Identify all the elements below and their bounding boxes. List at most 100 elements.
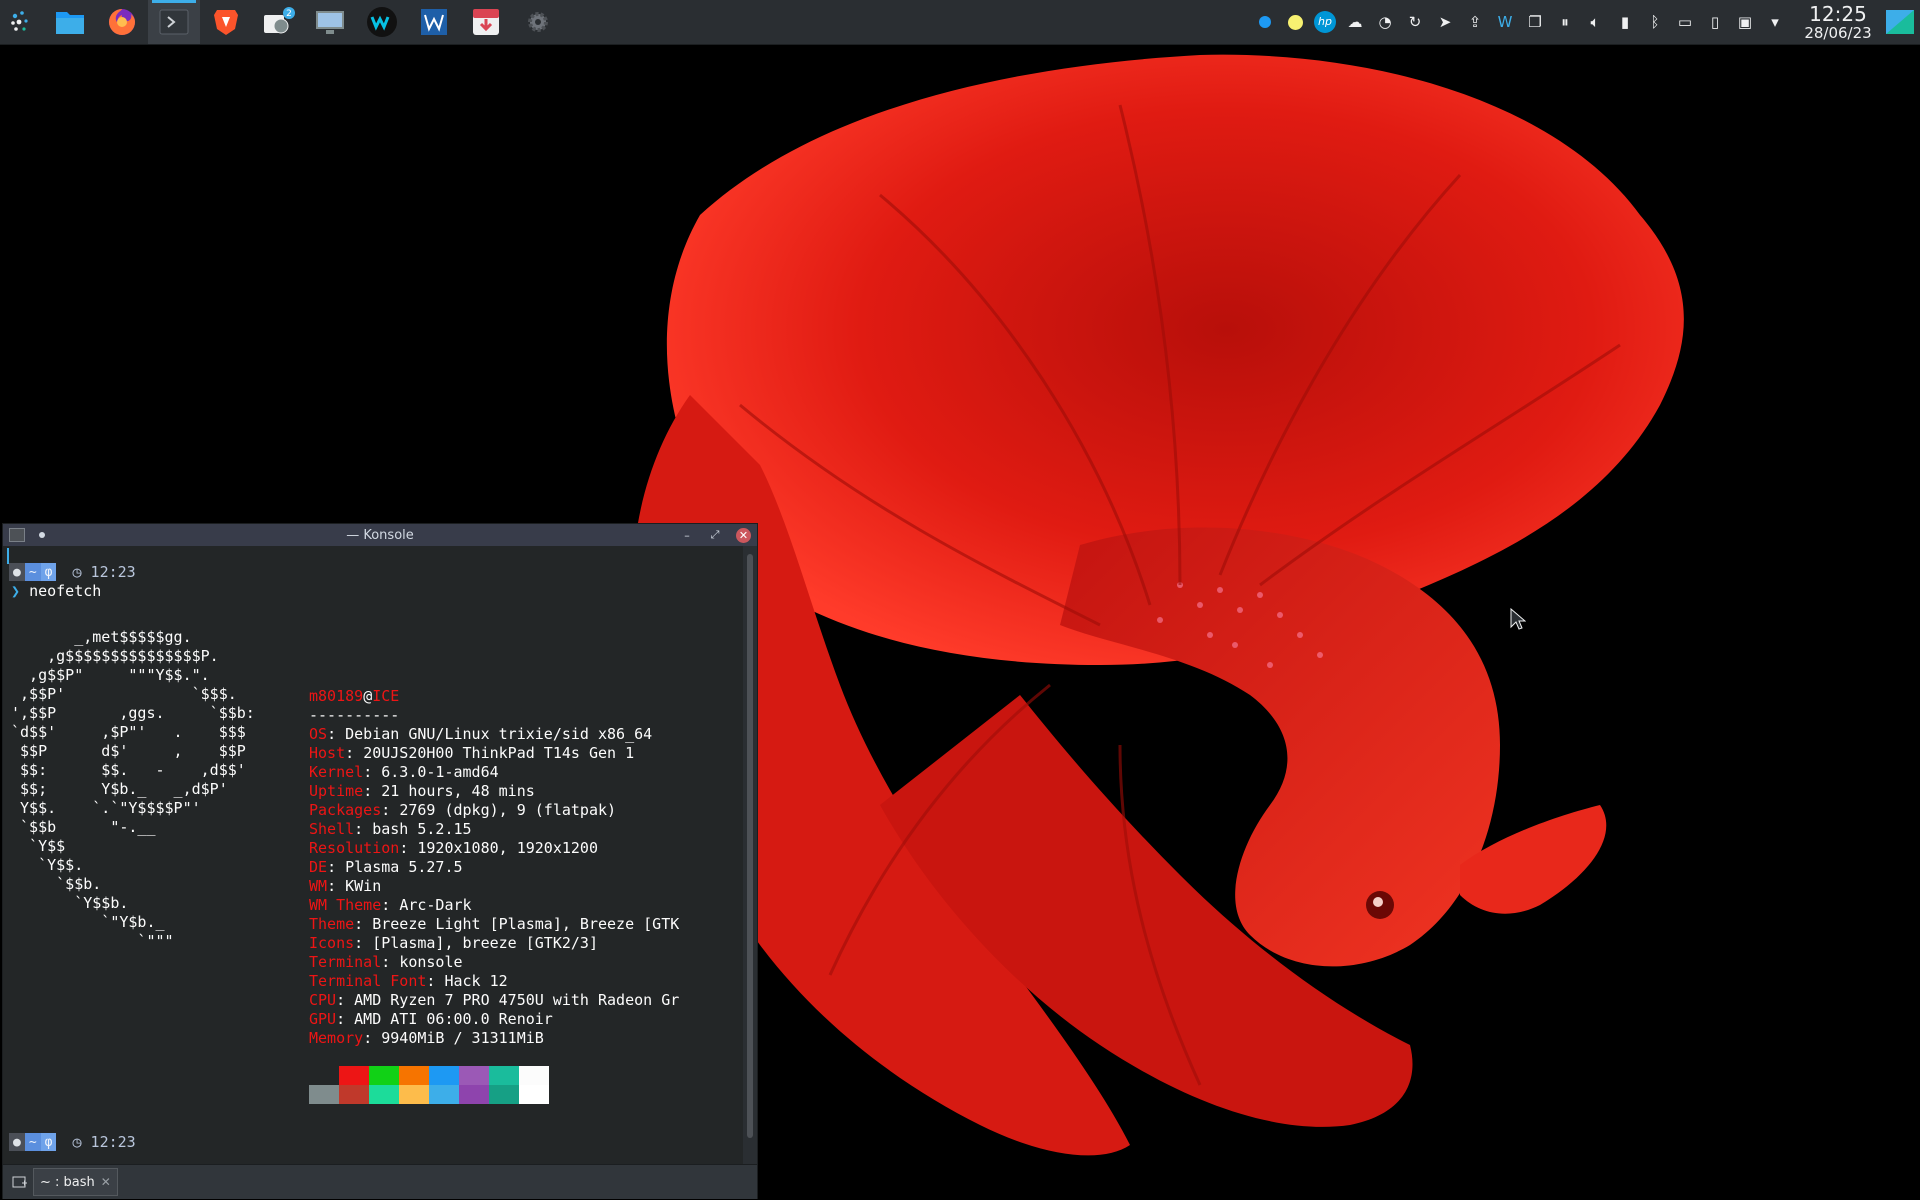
task-file-manager[interactable] xyxy=(44,0,96,44)
upload-icon[interactable]: ⇪ xyxy=(1460,0,1490,44)
shell-prompt-2: ● ~ φ ◷ 12:23 xyxy=(9,1133,136,1151)
color-swatch xyxy=(369,1066,399,1085)
prompt-git-segment: φ xyxy=(40,563,57,581)
prompt-path-2: ~ xyxy=(28,1134,37,1150)
new-tab-button[interactable] xyxy=(7,1169,33,1195)
new-tab-icon xyxy=(12,1176,27,1188)
info-row: Shell: bash 5.2.15 xyxy=(309,820,472,838)
hp-icon[interactable]: hp xyxy=(1310,0,1340,44)
clock-icon: ◷ xyxy=(72,563,91,581)
info-row: CPU: AMD Ryzen 7 PRO 4750U with Radeon G… xyxy=(309,991,680,1009)
pin-icon[interactable] xyxy=(39,532,45,538)
display-icon[interactable]: ▭ xyxy=(1670,0,1700,44)
info-value: Hack 12 xyxy=(444,972,508,990)
color-swatch xyxy=(309,1066,339,1085)
info-row: OS: Debian GNU/Linux trixie/sid x86_64 xyxy=(309,725,653,743)
maximize-button[interactable]: ⤢ xyxy=(708,528,722,542)
minimize-button[interactable]: – xyxy=(680,528,694,542)
system-tray: hp ☁ ◔ ↻ ➤ ⇪ W ❐ ⏸ 🔈︎ ▮ ᛒ ▭ ▯ ▣ ▾ 12:25 … xyxy=(1250,0,1920,44)
task-pocket-downloader[interactable] xyxy=(460,0,512,44)
screen-icon[interactable]: ▣ xyxy=(1730,0,1760,44)
scrollbar-thumb[interactable] xyxy=(747,554,753,1138)
user-host: m80189@ICE xyxy=(309,687,400,705)
task-libreoffice-writer[interactable] xyxy=(408,0,460,44)
command-line: ❯ neofetch xyxy=(11,582,101,601)
close-button[interactable]: ✕ xyxy=(736,527,751,543)
info-key: OS xyxy=(309,725,328,743)
konsole-app-icon[interactable] xyxy=(9,528,25,542)
info-value: Breeze Light [Plasma], Breeze [GTK xyxy=(372,915,680,933)
ascii-line: `Y$$. xyxy=(11,856,84,874)
task-firefox[interactable] xyxy=(96,0,148,44)
tab-bash[interactable]: ~ : bash ✕ xyxy=(33,1168,118,1196)
ascii-line: $$P d$' , $$P xyxy=(11,742,246,760)
info-row: Memory: 9940MiB / 31311MiB xyxy=(309,1029,544,1047)
debian-ascii-logo: _,met$$$$$gg. ,g$$$$$$$$$$$$$$$P. ,g$$P"… xyxy=(11,628,255,951)
ascii-line: `""" xyxy=(11,932,174,950)
terminal-scrollbar[interactable] xyxy=(743,546,757,1164)
info-value: konsole xyxy=(399,953,463,971)
battery-icon[interactable]: ▮ xyxy=(1610,0,1640,44)
digital-clock[interactable]: 12:25 28/06/23 xyxy=(1796,3,1880,42)
color-swatch xyxy=(459,1085,489,1104)
konsole-tab-bar: ~ : bash ✕ xyxy=(3,1164,757,1199)
task-kalarm[interactable]: 2 xyxy=(252,0,304,44)
folder-icon xyxy=(56,12,84,34)
application-launcher-button[interactable] xyxy=(0,0,44,44)
tab-close-icon[interactable]: ✕ xyxy=(101,1175,111,1189)
task-settings[interactable] xyxy=(512,0,564,44)
clipboard-icon[interactable]: ❐ xyxy=(1520,0,1550,44)
yellow-status-icon[interactable] xyxy=(1280,0,1310,44)
info-key: Theme xyxy=(309,915,355,933)
bluetooth-icon[interactable]: ᛒ xyxy=(1640,0,1670,44)
clock-date: 28/06/23 xyxy=(1804,23,1872,42)
info-row: Packages: 2769 (dpkg), 9 (flatpak) xyxy=(309,801,617,819)
task-konsole[interactable] xyxy=(148,0,200,44)
info-key: WM Theme xyxy=(309,896,382,914)
terminal-area[interactable]: ● ~ φ ◷ 12:23 ❯ neofetch _,met$$$$$gg. ,… xyxy=(3,546,743,1164)
ascii-line: $$; Y$b._ _,d$P' xyxy=(11,780,228,798)
clock-history-icon[interactable]: ◔ xyxy=(1370,0,1400,44)
window-titlebar[interactable]: — Konsole – ⤢ ✕ xyxy=(3,524,757,546)
phone-icon[interactable]: ▯ xyxy=(1700,0,1730,44)
color-swatch xyxy=(399,1066,429,1085)
ascii-line: `d$$' ,$P"' . $$$ xyxy=(11,723,246,741)
media-pause-icon[interactable]: ⏸ xyxy=(1550,0,1580,44)
info-key: Terminal xyxy=(309,953,382,971)
expand-tray-icon[interactable]: ▾ xyxy=(1760,0,1790,44)
telegram-icon[interactable]: ➤ xyxy=(1430,0,1460,44)
terminal-cursor xyxy=(7,548,9,564)
info-row: Terminal Font: Hack 12 xyxy=(309,972,508,990)
color-swatch xyxy=(519,1066,549,1085)
info-row: GPU: AMD ATI 06:00.0 Renoir xyxy=(309,1010,553,1028)
cloud-icon[interactable]: ☁ xyxy=(1340,0,1370,44)
download-tray-icon xyxy=(473,9,499,35)
ascii-line: `Y$$ xyxy=(11,837,66,855)
task-remote-desktop[interactable] xyxy=(304,0,356,44)
info-value: 9940MiB / 31311MiB xyxy=(381,1029,544,1047)
info-value: [Plasma], breeze [GTK2/3] xyxy=(372,934,598,952)
color-swatch xyxy=(519,1085,549,1104)
info-value: 2769 (dpkg), 9 (flatpak) xyxy=(399,801,617,819)
info-icon[interactable] xyxy=(1250,0,1280,44)
ascii-line: ,g$$P" """Y$$.". xyxy=(11,666,210,684)
task-webex[interactable] xyxy=(356,0,408,44)
color-swatch xyxy=(459,1066,489,1085)
task-brave[interactable] xyxy=(200,0,252,44)
info-row: Kernel: 6.3.0-1-amd64 xyxy=(309,763,499,781)
info-value: 1920x1080, 1920x1200 xyxy=(417,839,598,857)
info-row: Uptime: 21 hours, 48 mins xyxy=(309,782,535,800)
webex-tray-icon[interactable]: W xyxy=(1490,0,1520,44)
ascii-line: `"Y$b._ xyxy=(11,913,165,931)
refresh-icon[interactable]: ↻ xyxy=(1400,0,1430,44)
prompt-time: ◷ 12:23 xyxy=(72,563,136,581)
separator: ---------- xyxy=(309,706,400,724)
mouse-cursor-icon xyxy=(1510,608,1526,630)
volume-icon[interactable]: 🔈︎ xyxy=(1580,0,1610,44)
kalarm-badge: 2 xyxy=(286,9,292,19)
info-key: CPU xyxy=(309,991,337,1009)
color-swatch xyxy=(339,1085,369,1104)
prompt-path-segment: ~ xyxy=(24,563,41,581)
konsole-window[interactable]: — Konsole – ⤢ ✕ ● ~ φ ◷ 12:23 ❯ neofetch… xyxy=(2,523,758,1199)
show-desktop-button[interactable] xyxy=(1880,0,1920,44)
